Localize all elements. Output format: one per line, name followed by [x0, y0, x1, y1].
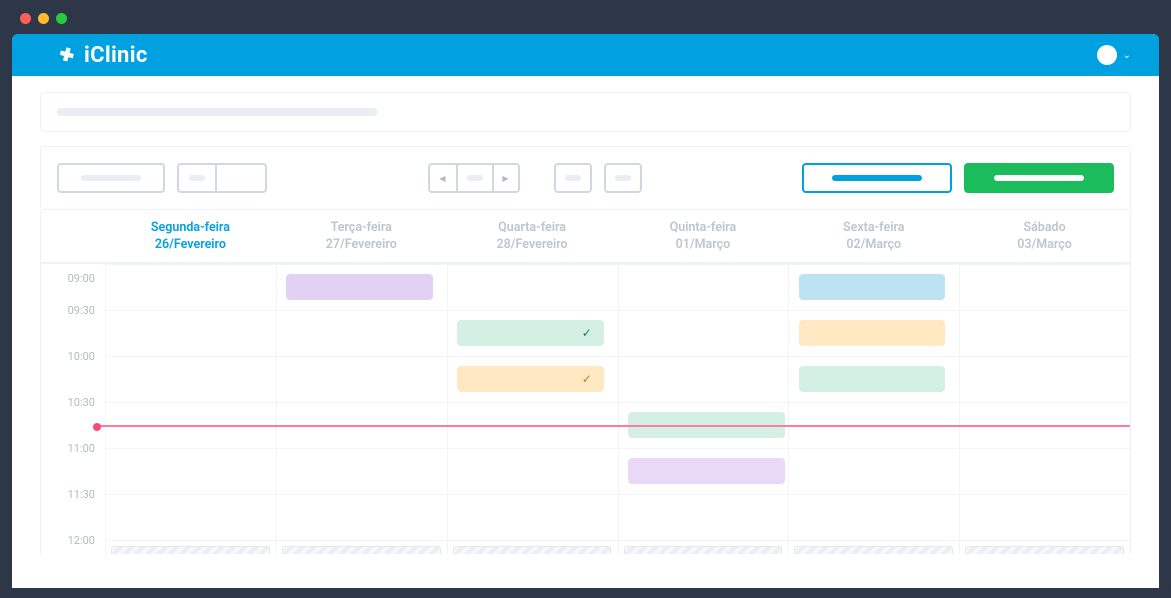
- day-header[interactable]: Sábado03/Março: [959, 210, 1130, 262]
- check-icon: ✓: [582, 326, 592, 340]
- time-label: 11:30: [41, 488, 105, 534]
- calendar-grid[interactable]: ✓✓: [105, 264, 1130, 554]
- day-date: 02/Março: [788, 236, 959, 254]
- day-header[interactable]: Sexta-feira02/Março: [788, 210, 959, 262]
- secondary-action-button[interactable]: [802, 163, 952, 193]
- user-menu[interactable]: ⌄: [1097, 45, 1131, 65]
- triangle-left-icon: ◀: [439, 174, 445, 183]
- blocked-slot: [965, 546, 1124, 554]
- calendar: Segunda-feira26/FevereiroTerça-feira27/F…: [40, 210, 1131, 554]
- day-date: 26/Fevereiro: [105, 236, 276, 254]
- time-label: 10:30: [41, 396, 105, 442]
- day-date: 03/Março: [959, 236, 1130, 254]
- calendar-event[interactable]: ✓: [457, 320, 604, 346]
- day-header[interactable]: Quinta-feira01/Março: [617, 210, 788, 262]
- today-button[interactable]: [456, 163, 492, 193]
- primary-action-button[interactable]: [964, 163, 1114, 193]
- day-header[interactable]: Quarta-feira28/Fevereiro: [447, 210, 618, 262]
- blocked-slot: [111, 546, 270, 554]
- day-name: Segunda-feira: [105, 219, 276, 237]
- close-dot[interactable]: [20, 13, 31, 24]
- day-name: Terça-feira: [276, 219, 447, 237]
- calendar-event[interactable]: ✓: [457, 366, 604, 392]
- day-name: Quarta-feira: [447, 219, 618, 237]
- time-gutter: 09:0009:3010:0010:3011:0011:3012:00: [41, 264, 105, 554]
- blocked-slot: [453, 546, 612, 554]
- day-name: Sábado: [959, 219, 1130, 237]
- top-bar: iClinic ⌄: [12, 34, 1159, 76]
- day-header[interactable]: Terça-feira27/Fevereiro: [276, 210, 447, 262]
- day-date: 28/Fevereiro: [447, 236, 618, 254]
- day-date: 01/Março: [617, 236, 788, 254]
- time-label: 10:00: [41, 350, 105, 396]
- day-date: 27/Fevereiro: [276, 236, 447, 254]
- time-label: 11:00: [41, 442, 105, 488]
- page-title-placeholder: [57, 108, 377, 116]
- calendar-event[interactable]: [286, 274, 433, 300]
- day-header[interactable]: Segunda-feira26/Fevereiro: [105, 210, 276, 262]
- window-controls: [12, 10, 1159, 26]
- chevron-down-icon: ⌄: [1123, 50, 1131, 61]
- time-label: 12:00: [41, 534, 105, 554]
- prev-button[interactable]: ◀: [428, 163, 456, 193]
- app-shell: iClinic ⌄ ◀ ▶: [12, 34, 1159, 588]
- avatar: [1097, 45, 1117, 65]
- calendar-header: Segunda-feira26/FevereiroTerça-feira27/F…: [41, 210, 1130, 264]
- logo-icon: [60, 46, 78, 64]
- minimize-dot[interactable]: [38, 13, 49, 24]
- aux-button-1[interactable]: [554, 163, 592, 193]
- day-name: Sexta-feira: [788, 219, 959, 237]
- blocked-slot: [624, 546, 783, 554]
- calendar-body: 09:0009:3010:0010:3011:0011:3012:00 ✓✓: [41, 264, 1130, 554]
- date-nav: ◀ ▶: [428, 163, 520, 193]
- select-view-button[interactable]: [57, 163, 165, 193]
- time-label: 09:30: [41, 304, 105, 350]
- next-button[interactable]: ▶: [492, 163, 520, 193]
- blocked-slot: [282, 546, 441, 554]
- filter-button-1[interactable]: [177, 163, 215, 193]
- filter-button-2[interactable]: [215, 163, 267, 193]
- calendar-controls: ◀ ▶: [40, 146, 1131, 210]
- filter-group: [177, 163, 267, 193]
- brand-name: iClinic: [84, 43, 148, 68]
- aux-button-2[interactable]: [604, 163, 642, 193]
- triangle-right-icon: ▶: [502, 174, 508, 183]
- maximize-dot[interactable]: [56, 13, 67, 24]
- calendar-event[interactable]: [628, 458, 785, 484]
- day-name: Quinta-feira: [617, 219, 788, 237]
- calendar-event[interactable]: [799, 366, 946, 392]
- calendar-event[interactable]: [799, 320, 946, 346]
- check-icon: ✓: [582, 372, 592, 386]
- calendar-event[interactable]: [799, 274, 946, 300]
- brand-logo[interactable]: iClinic: [60, 43, 148, 68]
- current-time-indicator: [97, 425, 1130, 427]
- blocked-slot: [794, 546, 953, 554]
- page-header-bar: [40, 92, 1131, 132]
